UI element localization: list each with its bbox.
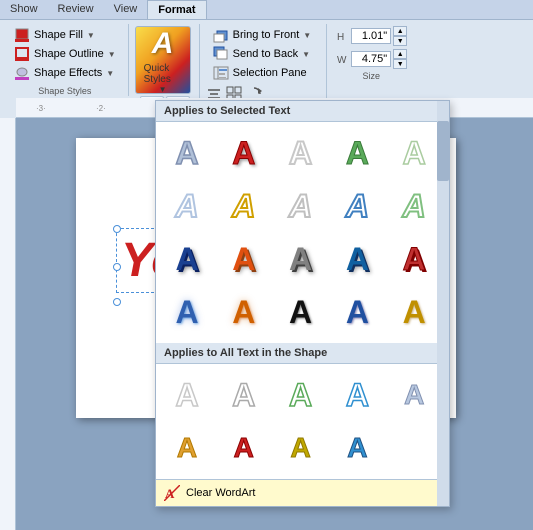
shape-fill-label: Shape Fill <box>34 29 83 41</box>
handle-bl[interactable] <box>113 298 121 306</box>
wordart-s2-r2c4[interactable]: A <box>276 423 326 473</box>
wordart-s2-r1c2[interactable]: A <box>219 370 269 420</box>
send-to-back-label: Send to Back <box>233 48 298 60</box>
shape-group-label: Shape Styles <box>8 86 122 96</box>
bring-to-front-button[interactable]: Bring to Front ▼ <box>210 26 315 44</box>
section2-title: Applies to All Text in the Shape <box>156 343 449 364</box>
bring-to-front-arrow: ▼ <box>303 31 311 40</box>
wordart-item-r4c1[interactable]: A <box>162 287 212 337</box>
wordart-s2-r2c3[interactable]: A <box>219 423 269 473</box>
wordart-item-r3c3[interactable]: A <box>276 234 326 284</box>
send-to-back-icon <box>213 46 229 62</box>
quick-styles-icon: A <box>152 27 174 61</box>
width-input-row: W ▲ ▼ <box>335 49 407 69</box>
wordart-item-r1c4[interactable]: A <box>332 128 382 178</box>
wordart-item-r4c3[interactable]: A <box>276 287 326 337</box>
wordart-item-r3c2[interactable]: A <box>219 234 269 284</box>
height-down[interactable]: ▼ <box>393 36 407 46</box>
shape-fill-arrow: ▼ <box>87 31 95 40</box>
quick-styles-arrow: ▼ <box>159 85 167 94</box>
section1-title: Applies to Selected Text <box>156 101 449 122</box>
shape-group-items: Shape Fill ▼ Shape Outline ▼ Shape Effec… <box>8 24 122 84</box>
svg-text:W: W <box>337 55 347 66</box>
wordart-item-r1c2[interactable]: A <box>219 128 269 178</box>
quick-styles-label: Quick Styles <box>144 63 182 85</box>
shape-effects-label: Shape Effects <box>34 67 102 79</box>
handle-tl[interactable] <box>113 225 121 233</box>
size-group: H ▲ ▼ W ▲ ▼ Size <box>329 24 413 83</box>
clear-wordart-icon: A <box>164 485 180 501</box>
wordart-item-r4c2[interactable]: A <box>219 287 269 337</box>
shape-effects-button[interactable]: Shape Effects ▼ <box>12 64 118 82</box>
send-to-back-button[interactable]: Send to Back ▼ <box>210 45 315 63</box>
bring-to-front-icon <box>213 27 229 43</box>
height-spinner[interactable]: ▲ ▼ <box>393 26 407 46</box>
clear-wordart-label: Clear WordArt <box>186 487 255 499</box>
width-up[interactable]: ▲ <box>393 49 407 59</box>
shape-outline-icon <box>14 46 30 62</box>
handle-ml[interactable] <box>113 263 121 271</box>
svg-text:·2·: ·2· <box>96 104 106 113</box>
selection-pane-label: Selection Pane <box>233 67 307 79</box>
arrange-items: Bring to Front ▼ Send to Back ▼ Selectio… <box>206 24 319 84</box>
tab-view[interactable]: View <box>104 0 148 19</box>
wordart-s2-r2c5[interactable]: A <box>332 423 382 473</box>
svg-text:·3·: ·3· <box>36 104 46 113</box>
wordart-item-r4c4[interactable]: A <box>332 287 382 337</box>
wordart-item-r3c5[interactable]: A <box>389 234 439 284</box>
wordart-s2-r1c3[interactable]: A <box>276 370 326 420</box>
shape-group: Shape Fill ▼ Shape Outline ▼ Shape Effec… <box>4 24 129 96</box>
wordart-item-r1c1[interactable]: A <box>162 128 212 178</box>
wordart-item-r2c4[interactable]: A <box>332 181 382 231</box>
ruler-vertical <box>0 118 16 530</box>
shape-fill-icon <box>14 27 30 43</box>
bring-to-front-label: Bring to Front <box>233 29 300 41</box>
height-input-row: H ▲ ▼ <box>335 26 407 46</box>
shape-outline-button[interactable]: Shape Outline ▼ <box>12 45 118 63</box>
shape-effects-icon <box>14 65 30 81</box>
dropdown-scrollbar[interactable] <box>437 101 449 506</box>
wordart-item-r2c1[interactable]: A <box>162 181 212 231</box>
wordart-item-r1c3[interactable]: A <box>276 128 326 178</box>
wordart-item-r3c1[interactable]: A <box>162 234 212 284</box>
height-input[interactable] <box>351 28 391 44</box>
wordart-item-r1c5[interactable]: A <box>389 128 439 178</box>
send-to-back-arrow: ▼ <box>302 50 310 59</box>
wordart-item-r2c5[interactable]: A <box>389 181 439 231</box>
tab-format[interactable]: Format <box>147 0 206 19</box>
wordart-item-r2c2[interactable]: A <box>219 181 269 231</box>
quick-styles-button[interactable]: A Quick Styles ▼ <box>135 26 191 94</box>
width-input[interactable] <box>351 51 391 67</box>
wordart-s2-r2c1[interactable]: A <box>389 370 439 420</box>
wordart-s2-r2c2[interactable]: A <box>162 423 212 473</box>
tab-review[interactable]: Review <box>48 0 104 19</box>
wordart-s2-r1c1[interactable]: A <box>162 370 212 420</box>
width-down[interactable]: ▼ <box>393 59 407 69</box>
selection-pane-icon <box>213 65 229 81</box>
wordart-grid-2: A A A A A A A A A <box>156 364 449 479</box>
shape-outline-label: Shape Outline <box>34 48 104 60</box>
scroll-thumb[interactable] <box>437 121 449 181</box>
svg-text:H: H <box>337 32 344 43</box>
height-icon: H <box>335 29 349 43</box>
wordart-item-r2c3[interactable]: A <box>276 181 326 231</box>
height-up[interactable]: ▲ <box>393 26 407 36</box>
shape-fill-button[interactable]: Shape Fill ▼ <box>12 26 118 44</box>
wordart-dropdown: Applies to Selected Text A A A A A A A A… <box>155 100 450 507</box>
width-icon: W <box>335 52 349 66</box>
selection-pane-button[interactable]: Selection Pane <box>210 64 315 82</box>
wordart-grid-1: A A A A A A A A A A A <box>156 122 449 343</box>
wordart-item-r3c4[interactable]: A <box>332 234 382 284</box>
wordart-item-r4c5[interactable]: A <box>389 287 439 337</box>
clear-wordart-button[interactable]: A Clear WordArt <box>156 479 449 506</box>
shape-effects-arrow: ▼ <box>106 69 114 78</box>
width-spinner[interactable]: ▲ ▼ <box>393 49 407 69</box>
tab-bar: Show Review View Format <box>0 0 533 20</box>
shape-outline-arrow: ▼ <box>108 50 116 59</box>
tab-show[interactable]: Show <box>0 0 48 19</box>
wordart-s2-r1c4[interactable]: A <box>332 370 382 420</box>
size-group-label: Size <box>335 71 407 81</box>
